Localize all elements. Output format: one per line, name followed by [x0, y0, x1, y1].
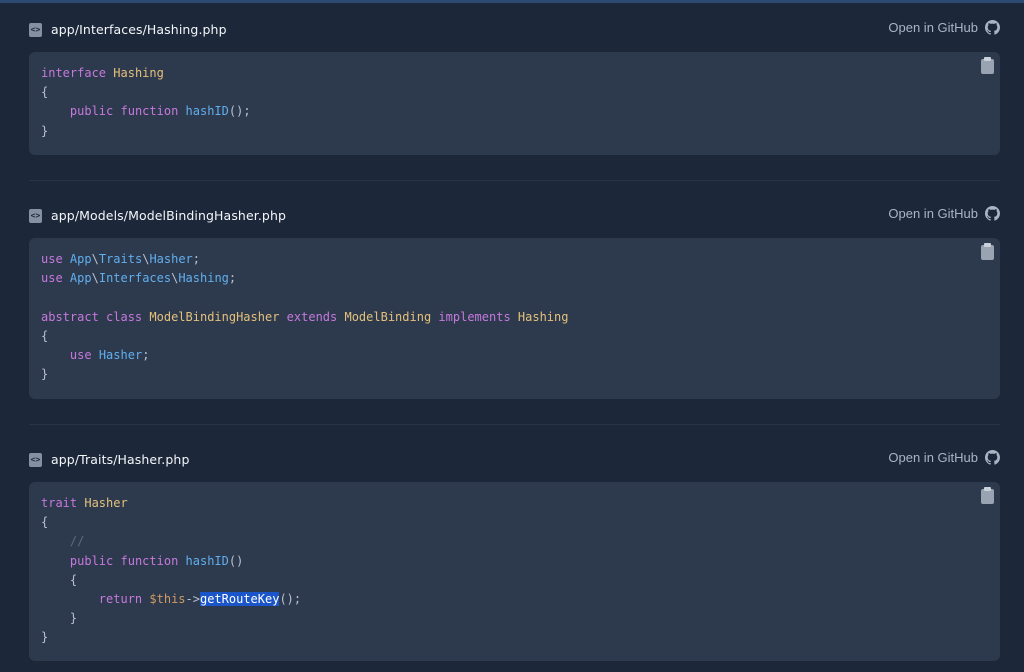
open-in-github-label: Open in GitHub — [888, 20, 978, 35]
code-token: () — [228, 553, 244, 568]
code-token: return — [98, 592, 143, 607]
code-token: hashID — [185, 104, 229, 119]
code-token: Hasher — [149, 252, 193, 266]
code-token: -> — [185, 592, 200, 607]
code-token: } — [41, 123, 49, 138]
code-file-icon: <> — [29, 23, 42, 37]
code-token: Hasher — [84, 496, 128, 510]
code-token: public — [69, 553, 114, 568]
file-header: <> app/Traits/Hasher.php Open in GitHub — [29, 445, 1000, 475]
code-token: Traits — [98, 252, 143, 266]
code-content: use App\Traits\Hasher; use App\Interface… — [41, 252, 569, 382]
code-token: function — [120, 104, 179, 119]
code-box: interface Hashing { public function hash… — [29, 52, 1000, 155]
code-file-icon: <> — [29, 453, 42, 467]
code-token: abstract — [41, 309, 99, 324]
code-token: function — [120, 553, 179, 568]
file-header: <> app/Models/ModelBindingHasher.php Ope… — [29, 201, 1000, 231]
section-divider — [29, 180, 1000, 181]
code-token: ModelBindingHasher — [149, 309, 280, 324]
file-path: app/Interfaces/Hashing.php — [51, 22, 227, 37]
code-token: App — [69, 252, 92, 266]
file-path: app/Traits/Hasher.php — [51, 452, 190, 467]
code-token: Hashing — [113, 66, 164, 80]
code-token: { — [41, 85, 49, 100]
code-token: Hashing — [517, 309, 569, 324]
code-token: interface — [41, 66, 107, 80]
code-file-icon: <> — [29, 209, 42, 223]
code-token: public — [69, 104, 114, 119]
code-token: extends — [286, 309, 338, 324]
copy-button[interactable] — [981, 487, 994, 504]
code-token: { — [69, 572, 78, 587]
selected-text[interactable]: getRouteKey — [199, 592, 280, 607]
code-block-hasher-trait: <> app/Traits/Hasher.php Open in GitHub … — [29, 445, 1000, 661]
code-token: Hashing — [178, 271, 229, 286]
code-token: { — [41, 515, 49, 530]
clipboard-icon — [981, 489, 994, 504]
section-divider — [29, 424, 1000, 425]
code-content: trait Hasher { // public function hashID… — [41, 494, 988, 648]
code-token: use — [69, 348, 92, 363]
code-token: $this — [149, 592, 186, 607]
code-token: use — [41, 252, 63, 266]
code-box: trait Hasher { // public function hashID… — [29, 482, 1000, 661]
code-block-hashing: <> app/Interfaces/Hashing.php Open in Gi… — [29, 15, 1000, 155]
code-token: class — [106, 309, 143, 324]
code-token: } — [69, 611, 78, 626]
code-block-model-binding-hasher: <> app/Models/ModelBindingHasher.php Ope… — [29, 201, 1000, 399]
code-token: implements — [438, 309, 511, 324]
github-icon — [985, 206, 1000, 221]
file-path: app/Models/ModelBindingHasher.php — [51, 208, 287, 223]
clipboard-icon — [981, 245, 994, 260]
open-in-github-label: Open in GitHub — [888, 450, 978, 465]
code-token: trait — [41, 496, 78, 510]
code-token: use — [41, 271, 63, 286]
code-token: hashID — [185, 553, 229, 568]
open-in-github-link[interactable]: Open in GitHub — [888, 206, 1000, 221]
top-accent-line — [0, 0, 1024, 3]
open-in-github-label: Open in GitHub — [888, 206, 978, 221]
code-box: use App\Traits\Hasher; use App\Interface… — [29, 238, 1000, 399]
code-token: App — [69, 271, 92, 286]
code-token: Interfaces — [98, 271, 172, 286]
clipboard-icon — [981, 59, 994, 74]
code-token: } — [41, 630, 49, 645]
code-content: interface Hashing { public function hash… — [41, 64, 988, 141]
github-icon — [985, 450, 1000, 465]
open-in-github-link[interactable]: Open in GitHub — [888, 20, 1000, 35]
file-header: <> app/Interfaces/Hashing.php Open in Gi… — [29, 15, 1000, 45]
open-in-github-link[interactable]: Open in GitHub — [888, 450, 1000, 465]
code-comment: // — [69, 534, 85, 549]
code-token: Hasher — [98, 348, 143, 363]
code-token: ModelBinding — [344, 309, 432, 324]
code-token: (); — [228, 104, 251, 119]
copy-button[interactable] — [981, 243, 994, 260]
code-token: } — [41, 367, 49, 382]
code-token: (); — [279, 592, 302, 607]
code-token: { — [41, 328, 49, 343]
copy-button[interactable] — [981, 57, 994, 74]
github-icon — [985, 20, 1000, 35]
